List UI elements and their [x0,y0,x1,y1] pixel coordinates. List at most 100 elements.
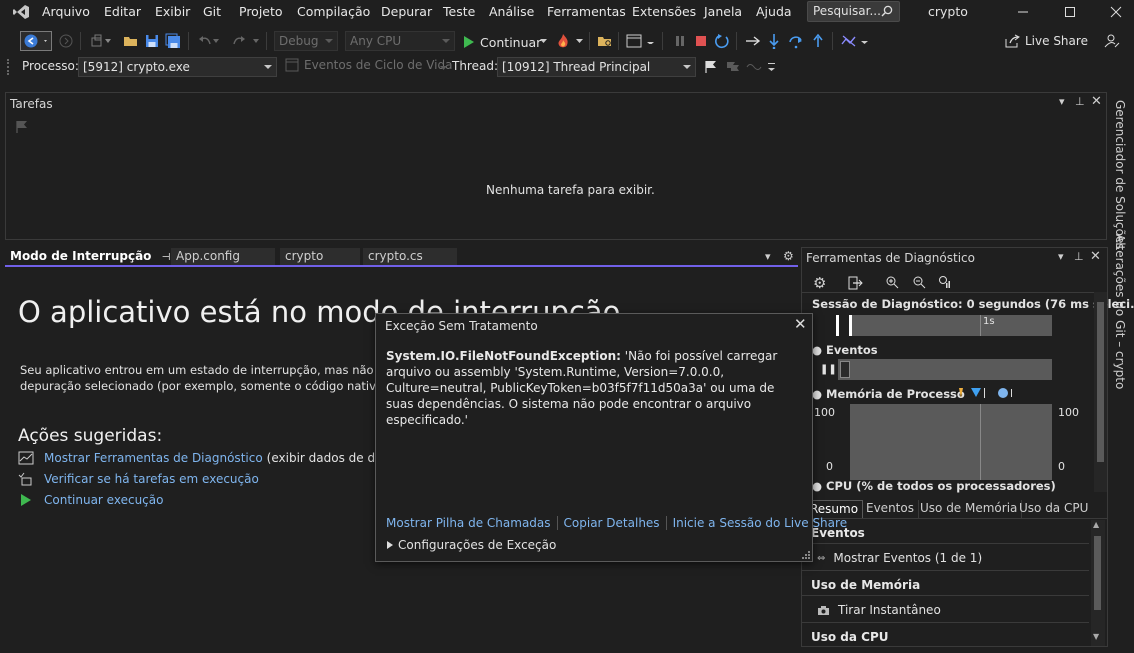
menu-janela[interactable]: Janela [704,4,742,19]
lifecycle-dropdown[interactable] [438,59,448,77]
subtab-cpu-usage[interactable]: Uso da CPU [1015,500,1092,518]
process-select[interactable]: [5912] crypto.exe [78,57,277,77]
dropdown-icon [253,39,259,43]
menu-ajuda[interactable]: Ajuda [756,4,792,19]
take-snapshot-row[interactable]: Tirar Instantâneo [817,603,941,617]
menu-ferramentas[interactable]: Ferramentas [547,4,626,19]
menu-arquivo[interactable]: Arquivo [42,4,90,19]
show-events-row[interactable]: ⇔ Mostrar Eventos (1 de 1) [817,551,982,565]
save-icon [146,35,158,47]
flag-all-threads-button[interactable] [724,58,742,76]
summary-scrollbar[interactable]: ▲ ▼ [1091,520,1105,646]
tab-break-mode-label: Modo de Interrupção [10,249,152,263]
exception-settings-expander[interactable]: Configurações de Exceção [387,538,556,552]
pin-icon[interactable]: ⊥ [1074,250,1084,263]
solution-platform-select[interactable]: Any CPU [345,31,455,51]
minimize-icon[interactable] [1015,4,1031,20]
zoom-in-icon[interactable] [885,275,899,289]
show-call-stack-link[interactable]: Mostrar Pilha de Chamadas [386,516,551,530]
tab-crypto-cs[interactable]: crypto.cs [363,248,457,266]
menu-git[interactable]: Git [203,4,221,19]
menu-extensoes[interactable]: Extensões [632,4,696,19]
check-tasks-link[interactable]: Verificar se há tarefas em execução [44,472,259,486]
open-button[interactable] [122,32,140,50]
menu-bar: Arquivo Editar Exibir Git Projeto Compil… [0,0,1134,24]
menu-depurar[interactable]: Depurar [381,4,432,19]
tab-crypto[interactable]: crypto [280,248,360,266]
events-track[interactable] [838,359,1052,380]
save-all-button[interactable] [164,32,182,50]
events-pause-icon[interactable]: ❚❚ [820,364,837,375]
panel-menu-icon[interactable]: ▾ [1059,95,1065,108]
toolbar2-overflow[interactable] [766,58,776,76]
menu-analise[interactable]: Análise [489,4,534,19]
tasks-flag-icon[interactable] [15,120,29,134]
diag-settings-icon[interactable]: ⚙ [813,274,826,292]
step-over-button[interactable] [787,32,805,50]
panel-menu-icon[interactable]: ▾ [1058,250,1064,263]
thread-select[interactable]: [10912] Thread Principal [497,57,696,77]
flag-thread-button[interactable] [702,58,720,76]
resize-grip-icon[interactable] [801,550,811,560]
menu-teste[interactable]: Teste [443,4,475,19]
show-diagnostics-link[interactable]: Mostrar Ferramentas de Diagnóstico [44,451,263,465]
menu-compilacao[interactable]: Compilação [297,4,370,19]
stop-debugging-button[interactable] [692,32,710,50]
subtab-memory-usage[interactable]: Uso de Memória [916,500,1023,518]
solution-configuration-select[interactable]: Debug [274,31,338,51]
tab-pin-icon[interactable]: ⊣ [162,252,171,263]
diagnostics-toggle-button[interactable] [840,32,858,50]
save-button[interactable] [143,32,161,50]
close-panel-icon[interactable]: ✕ [1090,249,1101,264]
new-item-dropdown[interactable] [104,32,112,50]
feedback-button[interactable] [1103,32,1121,50]
undo-dropdown[interactable] [212,32,220,50]
tab-break-mode[interactable]: Modo de Interrupção ⊣ ✕ [5,248,193,266]
zoom-out-icon[interactable] [912,275,926,289]
restart-button[interactable] [713,32,731,50]
standard-toolbar: Debug Any CPU Continuar Live Share [0,28,1134,54]
lifecycle-events-button[interactable]: Eventos de Ciclo de Vida [285,58,452,72]
maximize-icon[interactable] [1062,4,1078,20]
step-into-button[interactable] [765,32,783,50]
pin-icon[interactable]: ⊥ [1075,95,1085,108]
continue-execution-link[interactable]: Continuar execução [44,493,163,507]
show-next-statement-button[interactable] [744,32,762,50]
hot-reload-button[interactable] [554,32,572,50]
browser-link-button[interactable] [625,32,643,50]
menu-projeto[interactable]: Projeto [239,4,283,19]
redo-button[interactable] [230,32,248,50]
browser-link-dropdown[interactable] [645,32,655,50]
memory-graph[interactable] [850,404,1052,480]
continue-dropdown[interactable] [538,32,548,50]
continue-button[interactable]: Continuar [463,32,541,52]
live-share-button[interactable]: Live Share [1004,34,1088,48]
diagnostics-dropdown[interactable] [859,32,869,50]
break-all-button[interactable] [671,32,689,50]
subtab-events[interactable]: Eventos [862,500,919,518]
redo-dropdown[interactable] [252,32,260,50]
solution-explorer-tab[interactable]: Gerenciador de Soluções [1113,100,1127,250]
hot-reload-dropdown[interactable] [574,32,584,50]
hide-external-threads-button[interactable] [745,58,763,76]
close-exception-icon[interactable]: ✕ [794,315,807,333]
navigate-back-button[interactable] [20,31,52,51]
tab-app-config[interactable]: App.config [171,248,275,266]
settings-gear-icon[interactable]: ⚙ [783,249,794,263]
step-out-button[interactable] [809,32,827,50]
reset-zoom-icon[interactable] [938,275,952,289]
menu-editar[interactable]: Editar [104,4,141,19]
tab-list-dropdown-icon[interactable]: ▾ [765,250,771,263]
diag-graph-scrollbar[interactable] [1094,292,1107,492]
navigate-forward-button[interactable] [57,32,75,50]
start-live-share-link[interactable]: Inicie a Sessão do Live Share [673,516,848,530]
copy-details-link[interactable]: Copiar Detalhes [564,516,660,530]
search-box[interactable]: Pesquisar... [807,1,900,22]
menu-exibir[interactable]: Exibir [155,4,190,19]
git-changes-tab[interactable]: Alterações do Git – crypto [1113,234,1127,389]
close-window-icon[interactable] [1108,4,1124,20]
session-timeline[interactable] [850,315,1052,336]
export-icon[interactable] [848,276,864,290]
close-panel-icon[interactable]: ✕ [1091,94,1102,109]
open-folder-button[interactable] [596,32,614,50]
